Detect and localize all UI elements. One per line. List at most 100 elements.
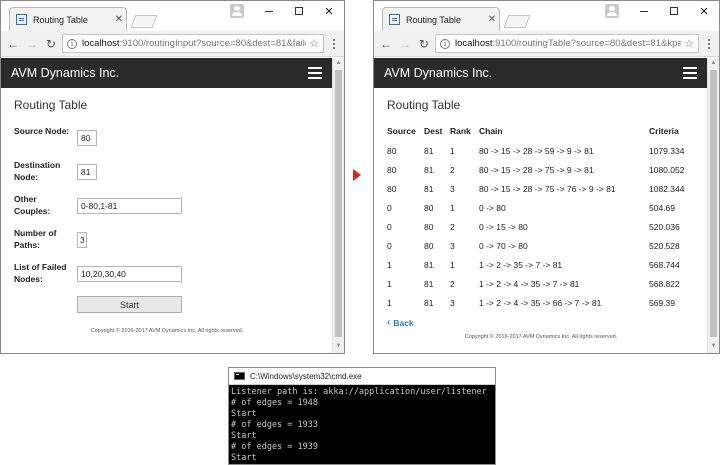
url-field[interactable]: i localhost :9100/routingTable?source=80…: [435, 34, 699, 53]
minimize-button[interactable]: [629, 1, 659, 21]
table-row: 1 81 2 1 -> 2 -> 4 -> 35 -> 7 -> 81 568.…: [387, 279, 695, 298]
browser-tab[interactable]: Routing Table ✕: [382, 7, 500, 31]
cell-rank: 1: [450, 203, 455, 213]
failed-nodes-label: List of Failed Nodes:: [14, 262, 67, 284]
vertical-scrollbar[interactable]: ▲ ▼: [707, 58, 719, 353]
back-arrow-icon[interactable]: ←: [378, 36, 394, 52]
scroll-down-icon[interactable]: ▼: [708, 341, 719, 351]
hamburger-menu-icon[interactable]: [308, 67, 322, 79]
cell-criteria: 520.036: [649, 222, 680, 232]
cmd-title: C:\Windows\system32\cmd.exe: [250, 371, 362, 381]
scrollbar-thumb[interactable]: [335, 70, 342, 337]
scroll-down-icon[interactable]: ▼: [333, 341, 344, 351]
table-row: 0 80 1 0 -> 80 504.69: [387, 203, 695, 222]
url-path: :9100/routingTable?source=80&dest=81&kpa…: [492, 38, 682, 49]
close-window-button[interactable]: ✕: [314, 1, 344, 21]
cell-chain: 1 -> 2 -> 4 -> 35 -> 7 -> 81: [479, 279, 580, 289]
cell-criteria: 569.39: [649, 298, 675, 308]
address-bar: ← → ↻ i localhost :9100/routingTable?sou…: [374, 31, 719, 57]
page-title: Routing Table: [387, 98, 461, 112]
close-window-button[interactable]: ✕: [689, 1, 719, 21]
forward-arrow-icon[interactable]: →: [397, 36, 413, 52]
cell-source: 0: [387, 203, 392, 213]
cell-rank: 3: [450, 298, 455, 308]
cell-chain: 0 -> 70 -> 80: [479, 241, 528, 251]
screenshot: Routing Table ✕ ✕ ← → ↻ i localhost :910…: [0, 0, 720, 465]
console-line: Start: [231, 453, 257, 463]
browser-tab[interactable]: Routing Table ✕: [9, 7, 127, 31]
browser-menu-icon[interactable]: [328, 38, 340, 49]
scrollbar-thumb[interactable]: [710, 70, 717, 337]
cell-chain: 1 -> 2 -> 35 -> 7 -> 81: [479, 260, 563, 270]
cell-source: 1: [387, 279, 392, 289]
cell-source: 80: [387, 146, 397, 156]
minimize-button[interactable]: [254, 1, 284, 21]
header-criteria: Criteria: [649, 126, 679, 136]
browser-menu-icon[interactable]: [703, 38, 715, 49]
cmd-output: Listener path is: akka://application/use…: [229, 385, 495, 464]
back-link[interactable]: ‹ Back: [387, 317, 695, 328]
minimize-icon: [640, 10, 648, 12]
tab-strip: Routing Table ✕ ✕: [1, 1, 344, 31]
table-row: 0 80 3 0 -> 70 -> 80 520.528: [387, 241, 695, 260]
destination-node-label: Destination Node:: [14, 160, 61, 182]
maximize-button[interactable]: [284, 1, 314, 21]
scroll-up-icon[interactable]: ▲: [333, 58, 344, 68]
brand-name[interactable]: AVM Dynamics Inc.: [384, 66, 492, 80]
header-source: Source: [387, 126, 416, 136]
cell-rank: 1: [450, 146, 455, 156]
cell-dest: 81: [424, 298, 434, 308]
source-node-input[interactable]: [77, 130, 97, 146]
cell-chain: 1 -> 2 -> 4 -> 35 -> 66 -> 7 -> 81: [479, 298, 602, 308]
app-navbar: AVM Dynamics Inc.: [1, 58, 332, 88]
table-header-row: Source Dest Rank Chain Criteria: [387, 126, 695, 146]
other-couples-input[interactable]: [77, 198, 182, 214]
star-icon[interactable]: ☆: [306, 37, 319, 50]
cell-chain: 80 -> 15 -> 28 -> 75 -> 76 -> 9 -> 81: [479, 184, 616, 194]
url-field[interactable]: i localhost :9100/routingInput?source=80…: [62, 34, 324, 53]
new-tab-button[interactable]: [503, 15, 531, 28]
back-arrow-icon[interactable]: ←: [5, 36, 21, 52]
cell-dest: 81: [424, 279, 434, 289]
table-row: 80 81 1 80 -> 15 -> 28 -> 59 -> 9 -> 81 …: [387, 146, 695, 165]
reload-icon[interactable]: ↻: [43, 36, 59, 52]
chevron-left-icon: ‹: [387, 317, 391, 328]
info-icon[interactable]: i: [67, 38, 77, 49]
info-icon[interactable]: i: [440, 38, 450, 49]
table-row: 80 81 3 80 -> 15 -> 28 -> 75 -> 76 -> 9 …: [387, 184, 695, 203]
close-tab-icon[interactable]: ✕: [112, 14, 126, 25]
user-icon[interactable]: [605, 4, 619, 18]
hamburger-menu-icon[interactable]: [683, 67, 697, 79]
tab-strip: Routing Table ✕ ✕: [374, 1, 719, 31]
flow-arrow-icon: [353, 169, 361, 181]
console-line: Start: [231, 431, 257, 441]
scroll-up-icon[interactable]: ▲: [708, 58, 719, 68]
forward-arrow-icon[interactable]: →: [24, 36, 40, 52]
new-tab-button[interactable]: [130, 15, 158, 28]
failed-nodes-input[interactable]: [77, 266, 182, 282]
number-of-paths-input[interactable]: [77, 232, 87, 248]
console-line: Listener path is: akka://application/use…: [231, 387, 487, 397]
cell-criteria: 1080.052: [649, 165, 685, 175]
cell-dest: 81: [424, 146, 434, 156]
brand-name[interactable]: AVM Dynamics Inc.: [11, 66, 119, 80]
start-button[interactable]: Start: [77, 296, 182, 313]
page-title: Routing Table: [14, 98, 88, 112]
close-tab-icon[interactable]: ✕: [485, 14, 499, 25]
app-navbar: AVM Dynamics Inc.: [374, 58, 707, 88]
cell-chain: 0 -> 15 -> 80: [479, 222, 528, 232]
maximize-button[interactable]: [659, 1, 689, 21]
url-host: localhost: [82, 38, 120, 49]
user-icon[interactable]: [230, 4, 244, 18]
vertical-scrollbar[interactable]: ▲ ▼: [332, 58, 344, 353]
url-path: :9100/routingInput?source=80&dest=81&fai…: [119, 38, 307, 49]
header-rank: Rank: [450, 126, 471, 136]
cell-dest: 81: [424, 260, 434, 270]
number-of-paths-label: Number of Paths:: [14, 228, 57, 250]
other-couples-row: Other Couples:: [14, 192, 320, 226]
reload-icon[interactable]: ↻: [416, 36, 432, 52]
cmd-title-bar[interactable]: C:\Windows\system32\cmd.exe: [229, 368, 495, 385]
star-icon[interactable]: ☆: [681, 37, 694, 50]
console-line: # of edges = 1933: [231, 420, 318, 430]
destination-node-input[interactable]: [77, 164, 97, 180]
